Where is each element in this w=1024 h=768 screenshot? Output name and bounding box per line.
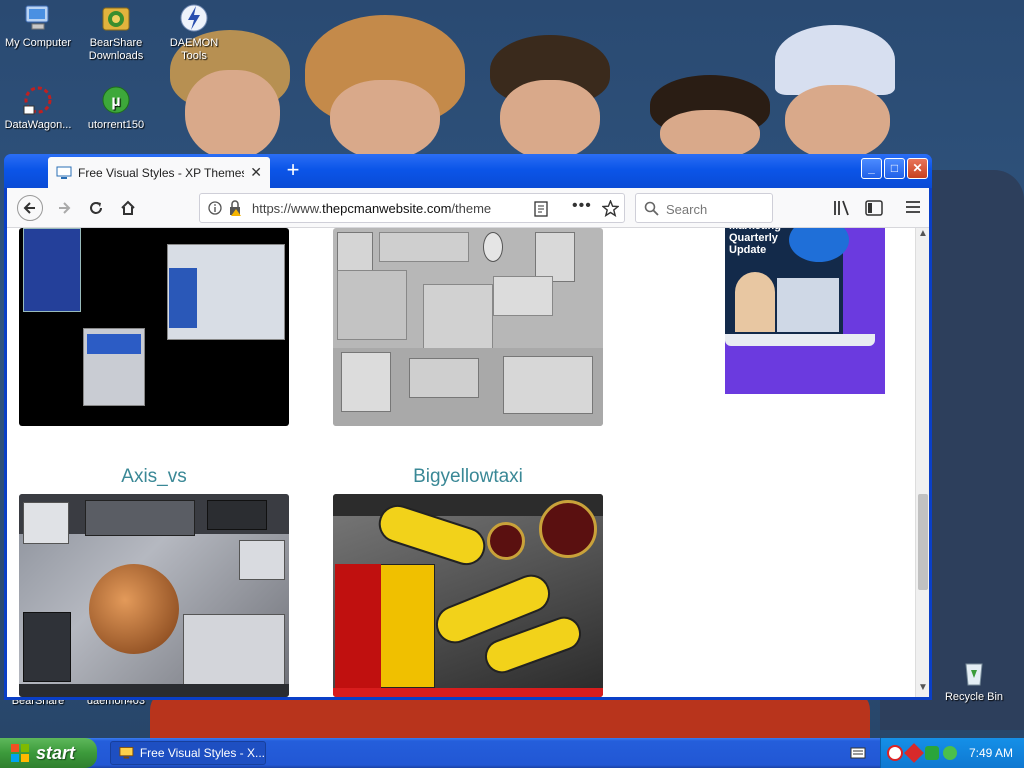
maximize-button[interactable]: □ bbox=[884, 158, 905, 179]
desktop-icon-label: DataWagon... bbox=[4, 119, 72, 131]
advertisement[interactable]: Marketing Quarterly Update bbox=[725, 228, 885, 394]
svg-text:µ: µ bbox=[111, 93, 120, 110]
windows-logo-icon bbox=[11, 744, 29, 762]
url-bar[interactable]: https://www.thepcmanwebsite.com/theme ••… bbox=[199, 193, 625, 223]
page-actions-icon[interactable]: ••• bbox=[572, 197, 592, 215]
browser-titlebar[interactable]: Free Visual Styles - XP Themes - Fi ✕ + … bbox=[4, 154, 932, 188]
reader-view-icon[interactable] bbox=[534, 201, 548, 217]
forward-arrow-icon bbox=[59, 202, 71, 214]
daemon-tray-icon[interactable] bbox=[887, 745, 903, 761]
search-bar[interactable]: Search bbox=[635, 193, 773, 223]
page-scrollbar[interactable]: ▲ ▼ bbox=[915, 228, 929, 697]
taskbar-item-browser[interactable]: Free Visual Styles - X... bbox=[110, 741, 266, 765]
page-content[interactable]: Marketing Quarterly Update Axis_vs Bigye… bbox=[7, 228, 915, 697]
taskbar: start Free Visual Styles - X... 7:49 AM bbox=[0, 738, 1024, 768]
system-tray: 7:49 AM bbox=[880, 738, 1024, 768]
desktop-icon-label: My Computer bbox=[4, 37, 72, 49]
clock[interactable]: 7:49 AM bbox=[969, 746, 1013, 760]
reload-button[interactable] bbox=[83, 195, 109, 221]
desktop-icon-my-computer[interactable]: My Computer bbox=[0, 2, 76, 50]
reload-icon bbox=[90, 202, 102, 214]
close-button[interactable]: ✕ bbox=[907, 158, 928, 179]
keyboard-icon[interactable] bbox=[850, 746, 866, 760]
new-tab-button[interactable]: + bbox=[280, 157, 306, 183]
url-text[interactable]: https://www.thepcmanwebsite.com/theme bbox=[252, 201, 522, 216]
url-domain: thepcmanwebsite.com bbox=[322, 201, 452, 216]
theme-screenshot-axis-vs[interactable] bbox=[19, 494, 289, 697]
theme-title-bigyellowtaxi[interactable]: Bigyellowtaxi bbox=[333, 466, 603, 488]
browser-window: Free Visual Styles - XP Themes - Fi ✕ + … bbox=[4, 154, 932, 700]
bearshare-folder-icon bbox=[102, 7, 130, 31]
utorrent-icon: µ bbox=[102, 86, 130, 114]
url-prefix: https://www. bbox=[252, 201, 323, 216]
bookmark-star-icon[interactable] bbox=[602, 200, 619, 217]
search-icon bbox=[644, 201, 659, 216]
desktop-icon-daemon-tools[interactable]: DAEMON Tools bbox=[156, 2, 232, 63]
tab-title: Free Visual Styles - XP Themes - Fi bbox=[78, 165, 245, 180]
sidebar-icon[interactable] bbox=[865, 200, 883, 216]
taskbar-item-label: Free Visual Styles - X... bbox=[139, 746, 265, 760]
desktop-icon-bearshare-downloads[interactable]: BearShare Downloads bbox=[78, 2, 154, 63]
theme-screenshot-bigyellowtaxi[interactable] bbox=[333, 494, 603, 697]
theme-title-axis-vs[interactable]: Axis_vs bbox=[19, 466, 289, 488]
search-placeholder: Search bbox=[666, 202, 708, 217]
desktop-icon-datawagon[interactable]: DataWagon... bbox=[0, 84, 76, 132]
scroll-down-icon[interactable]: ▼ bbox=[918, 682, 928, 693]
url-path: /theme bbox=[451, 201, 492, 216]
library-icon[interactable] bbox=[833, 200, 851, 216]
minimize-button[interactable]: _ bbox=[861, 158, 882, 179]
scroll-up-icon[interactable]: ▲ bbox=[918, 228, 928, 239]
monitor-favicon-icon bbox=[119, 746, 134, 759]
home-button[interactable] bbox=[115, 195, 141, 221]
desktop-icon-label: BearShare Downloads bbox=[88, 37, 144, 62]
scroll-thumb[interactable] bbox=[918, 494, 928, 590]
tab-free-visual-styles[interactable]: Free Visual Styles - XP Themes - Fi ✕ bbox=[48, 157, 270, 188]
back-button[interactable] bbox=[17, 195, 43, 221]
daemon-tools-icon bbox=[180, 4, 208, 32]
menu-icon[interactable] bbox=[905, 200, 921, 214]
antivirus-tray-icon[interactable] bbox=[925, 746, 939, 760]
start-button[interactable]: start bbox=[0, 738, 97, 768]
theme-screenshot-top-left[interactable] bbox=[19, 228, 289, 426]
navigation-toolbar: https://www.thepcmanwebsite.com/theme ••… bbox=[7, 188, 929, 228]
ad-headline: Marketing Quarterly Update bbox=[729, 228, 781, 256]
theme-screenshot-top-middle[interactable] bbox=[333, 228, 603, 426]
forward-button[interactable] bbox=[51, 195, 77, 221]
tab-close-icon[interactable]: ✕ bbox=[250, 164, 262, 181]
lock-warning-icon[interactable] bbox=[228, 200, 242, 216]
desktop-icon-label: DAEMON Tools bbox=[169, 37, 219, 62]
desktop-icon-utorrent[interactable]: µ utorrent150 bbox=[78, 84, 154, 132]
recycle-bin-icon bbox=[965, 663, 983, 686]
network-tray-icon[interactable] bbox=[904, 743, 924, 763]
desktop-icon-label: utorrent150 bbox=[87, 119, 145, 131]
computer-icon bbox=[25, 5, 49, 30]
desktop-icon-recycle-bin[interactable]: Recycle Bin bbox=[936, 656, 1012, 704]
back-arrow-icon bbox=[23, 202, 35, 214]
home-icon bbox=[121, 200, 135, 215]
update-tray-icon[interactable] bbox=[943, 746, 957, 760]
monitor-favicon-icon bbox=[56, 166, 72, 179]
info-icon[interactable] bbox=[208, 201, 222, 215]
start-label: start bbox=[36, 742, 76, 763]
desktop-icon-label: Recycle Bin bbox=[944, 691, 1004, 703]
datawagon-icon bbox=[23, 86, 52, 115]
